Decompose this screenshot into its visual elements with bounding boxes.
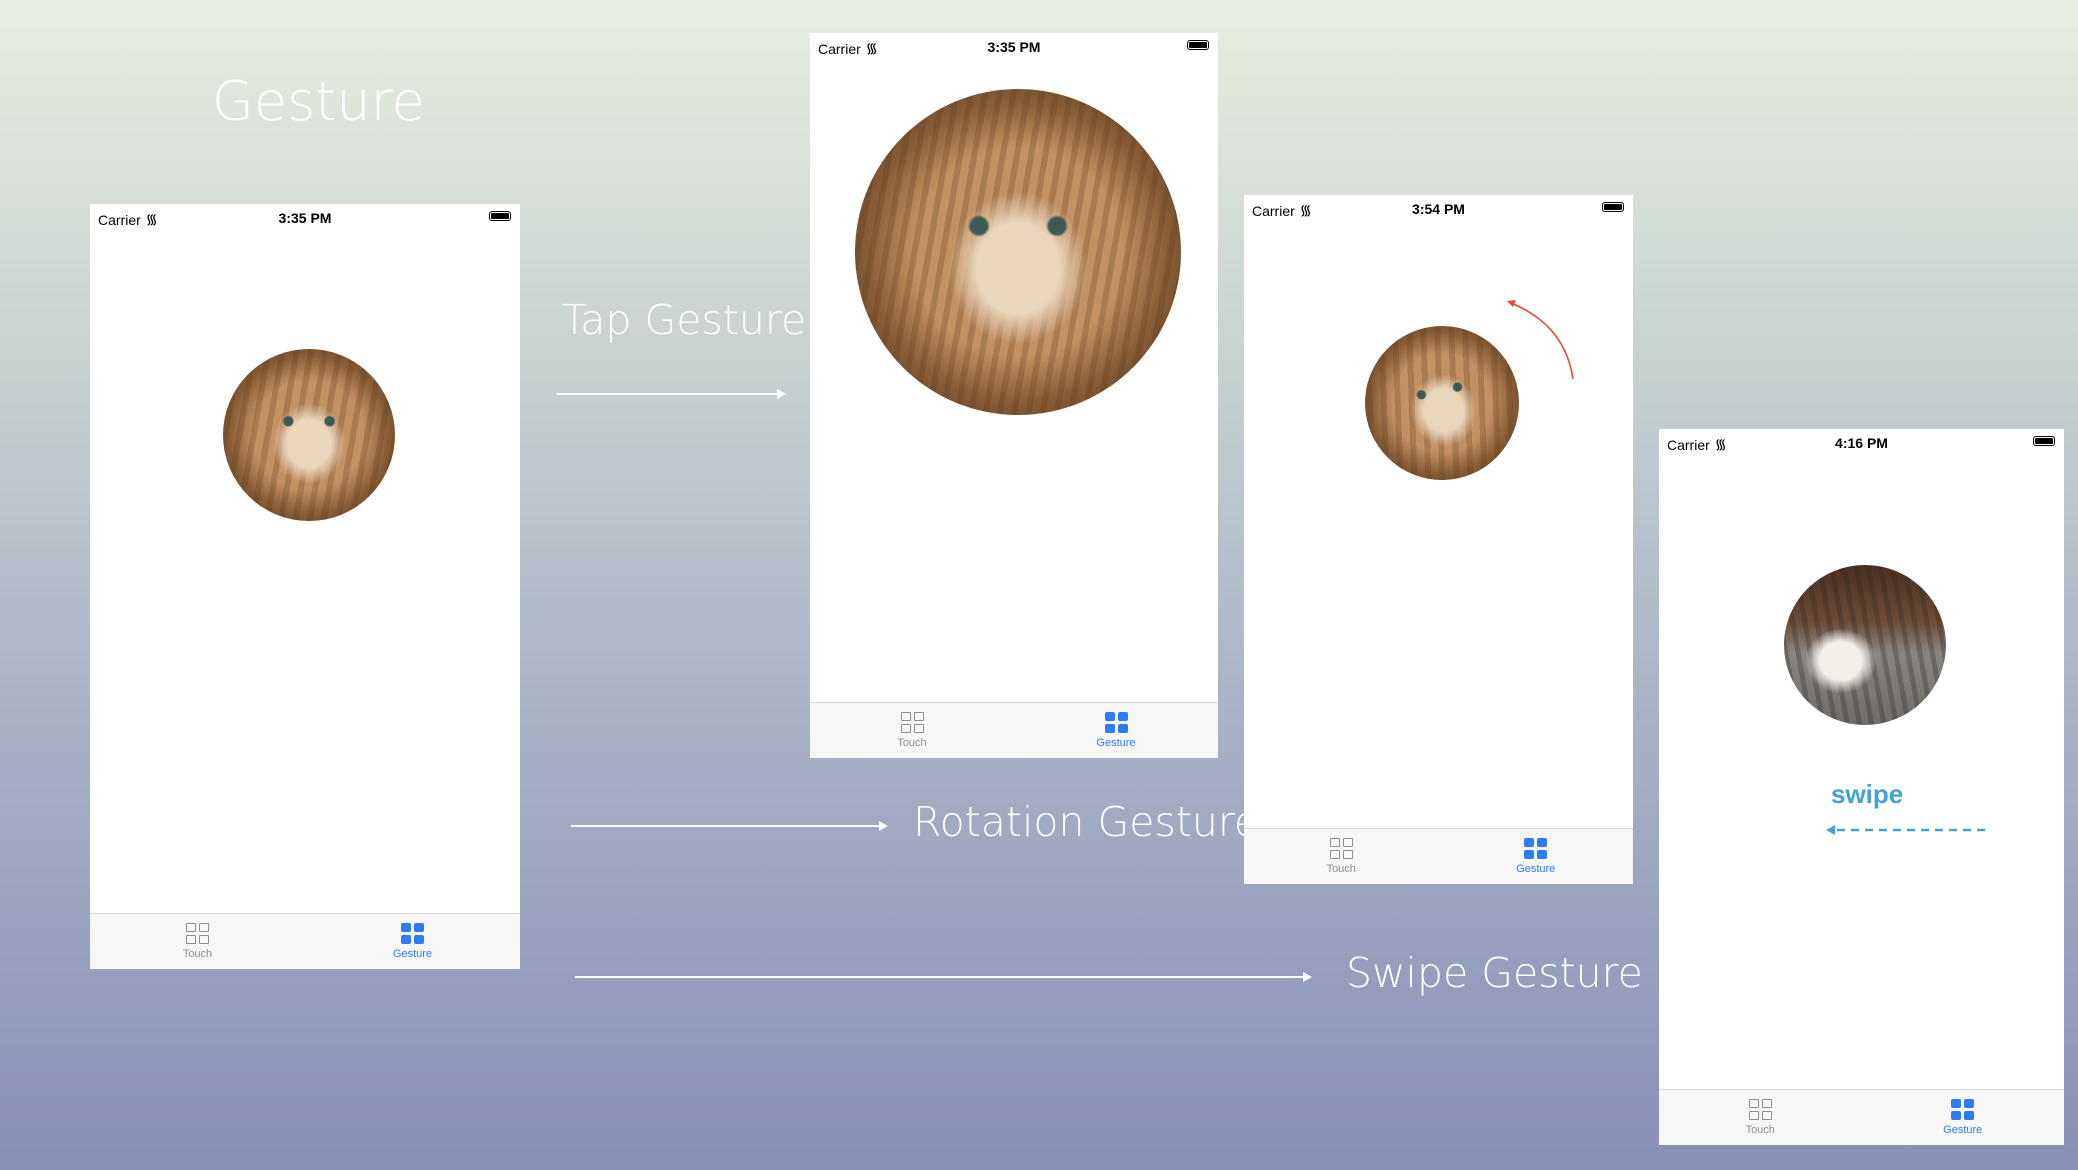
tab-gesture[interactable]: Gesture [1439,829,1634,884]
tab-label: Touch [897,737,927,749]
cat-image-enlarged[interactable] [855,89,1181,415]
tab-label: Touch [182,948,213,960]
tab-label: Gesture [1516,863,1556,875]
arrow-right-icon [575,972,1312,982]
rotation-arrow-icon [1507,300,1574,380]
grid-filled-icon [1104,712,1128,733]
status-bar: Carrier ᯾ 3:35 PM [90,204,520,232]
phone-swiped: Carrier ᯾ 4:16 PM swipe Touch Gesture [1659,429,2064,1145]
tab-label: Gesture [392,948,433,960]
tab-touch[interactable]: Touch [1244,829,1439,884]
battery-icon [1602,202,1624,212]
tap-gesture-label: Tap Gesture [562,296,807,344]
tab-gesture[interactable]: Gesture [305,914,520,969]
status-time: 4:16 PM [1835,435,1888,451]
phone-rotated: Carrier ᯾ 3:54 PM Touch Gesture [1244,195,1633,884]
tab-bar: Touch Gesture [810,702,1218,758]
tab-label: Gesture [1943,1124,1983,1136]
grid-filled-icon [1524,838,1548,859]
status-bar: Carrier ᯾ 3:35 PM [810,33,1218,61]
tab-bar: Touch Gesture [90,913,520,969]
grid-icon [186,923,209,944]
tab-label: Gesture [1096,737,1136,749]
rotation-gesture-label: Rotation Gesture [913,798,1260,846]
phone-initial: Carrier ᯾ 3:35 PM Touch Gesture [90,204,520,969]
tab-touch[interactable]: Touch [90,914,305,969]
status-bar: Carrier ᯾ 3:54 PM [1244,195,1633,223]
tab-bar: Touch Gesture [1659,1089,2064,1145]
status-bar: Carrier ᯾ 4:16 PM [1659,429,2064,457]
status-time: 3:35 PM [987,39,1041,55]
grid-icon [900,712,924,733]
grid-icon [1748,1099,1772,1120]
tab-gesture[interactable]: Gesture [1014,703,1218,758]
cat-image-swiped[interactable] [1784,565,1946,725]
swipe-gesture-label: Swipe Gesture [1346,949,1643,997]
swipe-label: swipe [1831,779,1904,809]
battery-icon [2033,436,2055,446]
tab-touch[interactable]: Touch [810,703,1014,758]
dashed-arrow-left-icon [1826,825,1985,835]
tab-bar: Touch Gesture [1244,828,1633,884]
status-time: 3:54 PM [1412,201,1465,217]
battery-icon [1187,40,1209,50]
grid-icon [1329,838,1353,859]
battery-icon [489,211,511,221]
arrow-right-icon [557,389,786,399]
arrow-right-icon [571,821,888,831]
tab-touch[interactable]: Touch [1659,1090,1862,1145]
tab-gesture[interactable]: Gesture [1862,1090,2065,1145]
cat-image[interactable] [223,349,395,521]
status-time: 3:35 PM [278,210,332,226]
grid-filled-icon [401,923,424,944]
tab-label: Touch [1745,1124,1775,1136]
grid-filled-icon [1951,1099,1975,1120]
tab-label: Touch [1326,863,1356,875]
page-title: Gesture [212,70,425,133]
phone-tapped: Carrier ᯾ 3:35 PM Touch Gesture [810,33,1218,758]
